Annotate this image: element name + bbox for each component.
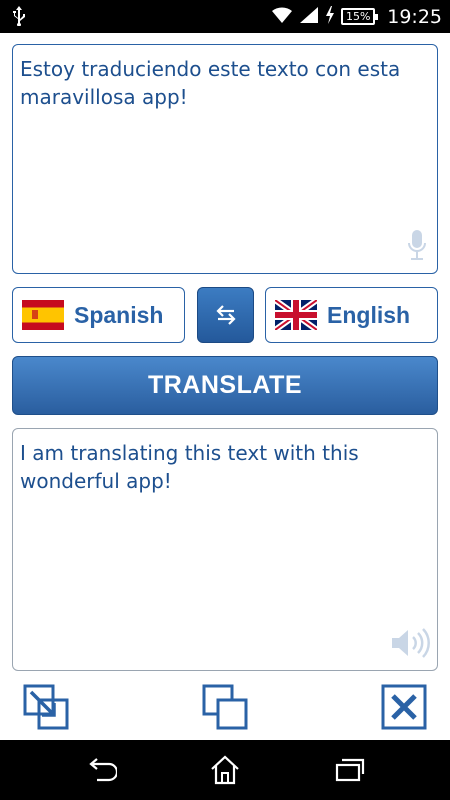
signal-icon: [299, 6, 319, 28]
target-language-button[interactable]: English: [265, 287, 438, 343]
source-text-input[interactable]: Estoy traduciendo este texto con esta ma…: [12, 44, 438, 274]
translate-button-label: TRANSLATE: [147, 371, 303, 399]
result-text: I am translating this text with this won…: [20, 441, 359, 493]
recent-apps-icon[interactable]: [334, 755, 366, 785]
share-icon[interactable]: [23, 684, 69, 730]
battery-percent: 15%: [346, 10, 371, 23]
translate-button[interactable]: TRANSLATE: [12, 356, 438, 415]
swap-languages-button[interactable]: [197, 287, 254, 343]
clear-icon[interactable]: [381, 684, 427, 730]
source-language-button[interactable]: Spanish: [12, 287, 185, 343]
wifi-icon: [271, 6, 293, 28]
copy-icon[interactable]: [202, 684, 248, 730]
speaker-icon[interactable]: [390, 626, 430, 664]
back-icon[interactable]: [85, 755, 119, 785]
target-language-label: English: [327, 301, 411, 328]
spain-flag-icon: [22, 300, 64, 330]
source-text[interactable]: Estoy traduciendo este texto con esta ma…: [13, 45, 437, 121]
source-language-label: Spanish: [74, 301, 164, 328]
clock: 19:25: [387, 5, 442, 28]
result-text-area[interactable]: I am translating this text with this won…: [12, 428, 438, 671]
uk-flag-icon: [275, 300, 317, 330]
microphone-icon[interactable]: [407, 229, 427, 266]
battery-icon: 15%: [341, 8, 379, 25]
home-icon[interactable]: [209, 755, 241, 785]
usb-icon: [12, 6, 26, 30]
charging-icon: [325, 5, 335, 28]
status-bar: 15% 19:25: [0, 0, 450, 33]
navigation-bar: [0, 740, 450, 800]
swap-arrows-icon: [215, 305, 236, 325]
